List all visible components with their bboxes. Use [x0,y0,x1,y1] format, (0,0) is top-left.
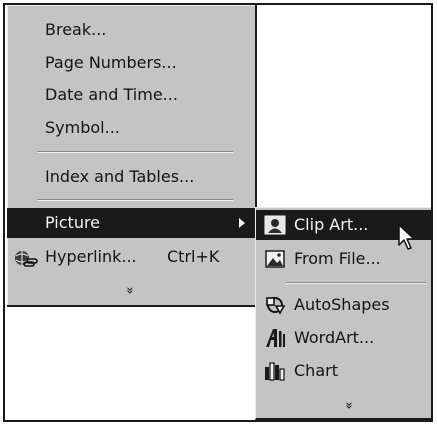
menu-item-label: Page Numbers... [45,53,177,72]
submenu-item-chart[interactable]: Chart [256,356,431,386]
menu-item-label: Symbol... [45,118,120,137]
submenu-item-label: AutoShapes [294,295,390,314]
menu-item-label: Picture [45,213,101,232]
menu-item-label: Break... [45,20,107,39]
wordart-icon [266,329,285,347]
expand-menu-icon[interactable]: » [122,280,137,300]
chart-icon [265,362,285,381]
submenu-item-label: Chart [294,361,338,380]
menu-item-page-numbers[interactable]: Page Numbers... [7,48,255,78]
insert-menu: Break... Page Numbers... Date and Time..… [7,5,257,307]
menu-item-break[interactable]: Break... [7,15,255,45]
expand-submenu-icon[interactable]: » [341,395,356,415]
submenu-item-wordart[interactable]: WordArt... [256,323,431,353]
submenu-arrow-icon [239,218,245,228]
submenu-separator [286,282,426,284]
menu-separator [37,151,233,153]
autoshapes-icon [266,297,286,315]
menu-item-index-and-tables[interactable]: Index and Tables... [7,162,255,192]
from-file-icon [265,250,285,268]
menu-item-picture[interactable]: Picture [7,208,255,238]
menu-item-shortcut: Ctrl+K [167,247,220,266]
submenu-item-label: From File... [294,249,381,268]
submenu-item-label: WordArt... [294,328,375,347]
clip-art-icon [264,215,286,235]
screenshot-frame: Break... Page Numbers... Date and Time..… [3,3,433,422]
menu-item-label: Date and Time... [45,85,178,104]
menu-item-symbol[interactable]: Symbol... [7,113,255,143]
menu-separator [37,199,233,201]
submenu-item-autoshapes[interactable]: AutoShapes [256,290,431,320]
menu-item-date-and-time[interactable]: Date and Time... [7,80,255,110]
hyperlink-icon [15,251,38,267]
mouse-cursor-icon [398,224,415,250]
menu-item-label: Hyperlink... [45,247,137,266]
submenu-item-label: Clip Art... [294,215,369,234]
menu-item-hyperlink[interactable]: Hyperlink... Ctrl+K [7,242,255,272]
menu-item-label: Index and Tables... [45,167,195,186]
